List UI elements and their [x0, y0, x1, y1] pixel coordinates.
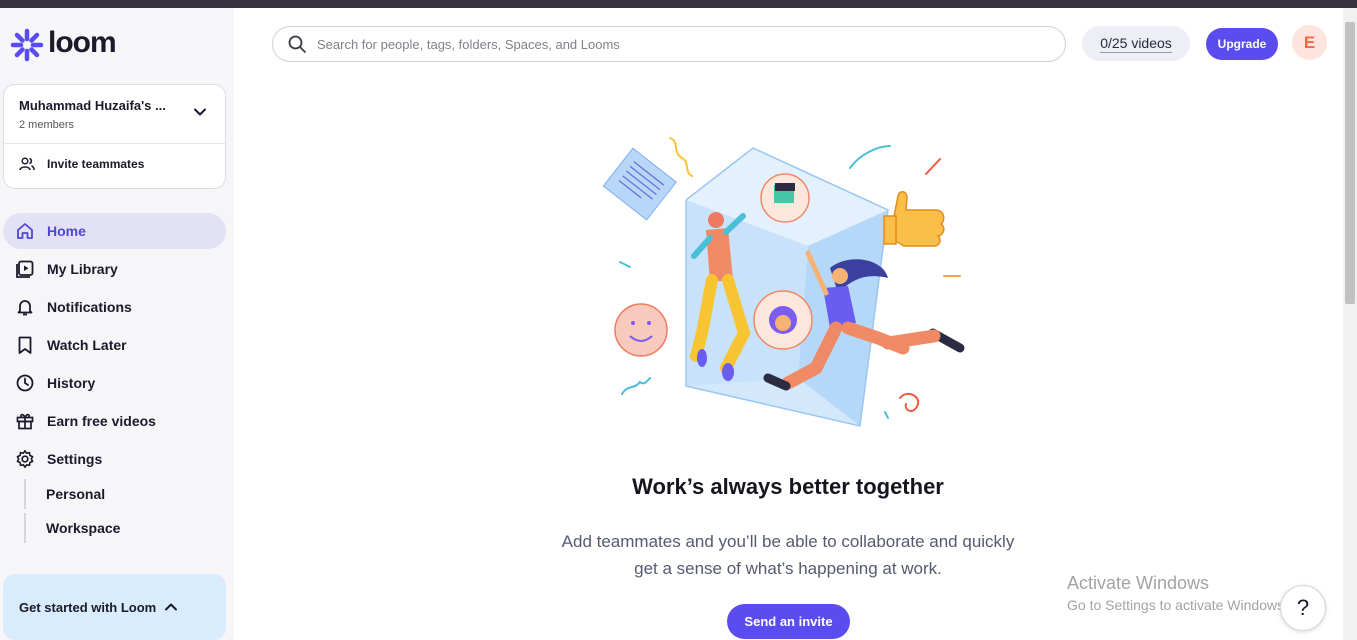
video-quota-text: 0/25 videos — [1100, 34, 1172, 53]
activate-subtitle: Go to Settings to activate Windows. — [1067, 597, 1288, 613]
sidebar-item-label: Home — [47, 223, 86, 239]
chevron-up-icon — [165, 603, 178, 611]
invite-teammates-button[interactable]: Invite teammates — [19, 157, 144, 171]
clock-icon — [16, 374, 34, 392]
description-line: Add teammates and you’ll be able to coll… — [561, 532, 1015, 551]
library-icon — [16, 260, 34, 278]
avatar[interactable]: E — [1292, 25, 1327, 60]
sidebar-item-label: My Library — [47, 261, 118, 277]
workspace-name: Muhammad Huzaifa's ... — [19, 98, 166, 113]
logo-text: loom — [48, 26, 117, 59]
sidebar-item-label: History — [47, 375, 96, 391]
loom-logo-icon — [10, 28, 44, 62]
search-bar[interactable] — [272, 26, 1066, 62]
scrollbar-thumb[interactable] — [1345, 22, 1355, 304]
thumbs-up-illustration — [883, 191, 945, 247]
sidebar-item-label: Settings — [47, 451, 103, 467]
search-icon — [288, 35, 306, 53]
team-illustration — [602, 137, 965, 427]
settings-sub-label: Workspace — [46, 520, 121, 536]
settings-sub-label: Personal — [46, 486, 106, 502]
video-quota-badge[interactable]: 0/25 videos — [1082, 26, 1190, 61]
bell-icon — [17, 300, 33, 316]
settings-sub-personal[interactable]: Personal — [24, 479, 214, 509]
sidebar-item-label: Watch Later — [47, 337, 127, 353]
smiley-illustration — [614, 303, 668, 357]
workspace-card: Muhammad Huzaifa's ... 2 members Invite … — [3, 84, 226, 189]
home-icon — [17, 223, 33, 239]
sidebar-item-watch-later[interactable]: Watch Later — [3, 327, 226, 363]
people-icon — [19, 157, 35, 171]
gift-icon — [16, 413, 34, 430]
sidebar-item-earn-free-videos[interactable]: Earn free videos — [3, 403, 226, 439]
get-started-label: Get started with Loom — [19, 599, 157, 615]
page-title: Work’s always better together — [632, 474, 944, 499]
sidebar-item-notifications[interactable]: Notifications — [3, 289, 226, 325]
search-input[interactable] — [317, 36, 1017, 52]
sidebar-item-my-library[interactable]: My Library — [3, 251, 226, 287]
chevron-down-icon — [194, 108, 206, 116]
send-invite-button[interactable]: Send an invite — [727, 604, 850, 639]
sidebar-item-settings[interactable]: Settings — [3, 441, 226, 477]
loom-logo[interactable]: loom — [10, 26, 117, 62]
activate-title: Activate Windows — [1067, 573, 1210, 593]
settings-sub-workspace[interactable]: Workspace — [24, 513, 214, 543]
gear-icon — [16, 450, 34, 468]
workspace-members: 2 members — [19, 119, 75, 131]
sidebar-item-home[interactable]: Home — [3, 213, 226, 249]
get-started-panel[interactable]: Get started with Loom — [3, 574, 226, 640]
help-button[interactable]: ? — [1280, 585, 1326, 631]
scrollbar[interactable] — [1343, 8, 1357, 640]
bookmark-icon — [18, 336, 32, 354]
sidebar-item-history[interactable]: History — [3, 365, 226, 401]
activate-windows-watermark: Activate Windows Go to Settings to activ… — [1067, 573, 1288, 613]
note-illustration — [602, 147, 677, 221]
sidebar: loom Muhammad Huzaifa's ... 2 members In… — [0, 8, 234, 640]
description-line: get a sense of what’s happening at work. — [634, 559, 942, 578]
sidebar-nav: Home My Library Notifications Watch Late… — [3, 213, 226, 479]
sidebar-item-label: Earn free videos — [47, 413, 156, 429]
page-description: Add teammates and you’ll be able to coll… — [538, 528, 1038, 582]
invite-teammates-label: Invite teammates — [47, 157, 145, 171]
upgrade-button[interactable]: Upgrade — [1206, 28, 1278, 60]
sidebar-item-label: Notifications — [47, 299, 132, 315]
workspace-switcher[interactable]: Muhammad Huzaifa's ... 2 members — [4, 85, 225, 144]
top-strip — [0, 0, 1357, 8]
